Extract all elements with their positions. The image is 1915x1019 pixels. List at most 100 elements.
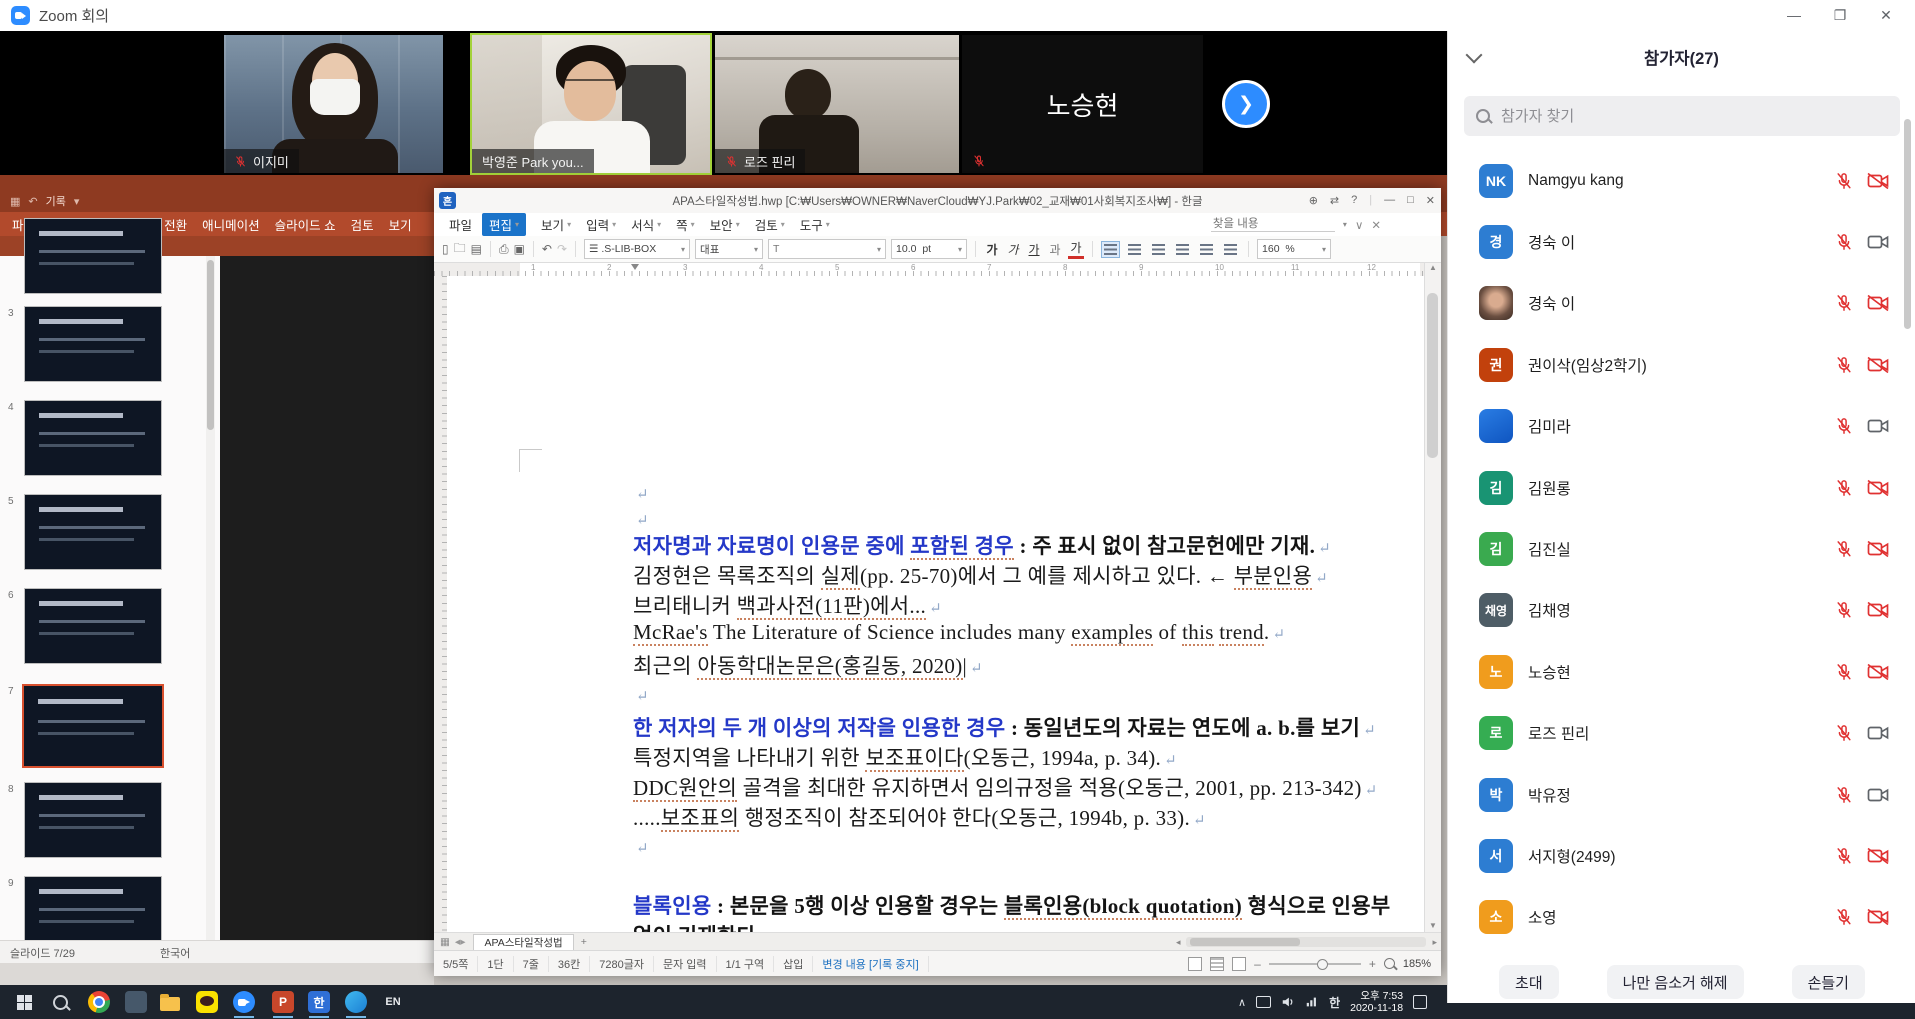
next-videos-button[interactable]: ❯: [1222, 80, 1270, 128]
align-button-2[interactable]: [1149, 241, 1168, 258]
font-color-button[interactable]: 가: [1068, 239, 1084, 259]
redo-icon[interactable]: ↷: [557, 242, 567, 256]
slide-thumbnail-7[interactable]: [22, 684, 164, 768]
zoom-slider-knob[interactable]: [1317, 959, 1328, 970]
outline-button[interactable]: 과: [1047, 241, 1063, 258]
zoom-in-button[interactable]: +: [1369, 957, 1376, 971]
align-button-1[interactable]: [1125, 241, 1144, 258]
ppt-language-indicator[interactable]: 한국어: [160, 945, 190, 961]
line-spacing-dropdown[interactable]: 160 %▾: [1257, 239, 1331, 259]
minimize-button[interactable]: —: [1771, 0, 1817, 31]
print-icon[interactable]: ⎙: [499, 242, 509, 257]
tray-volume-icon[interactable]: [1281, 995, 1295, 1009]
zoom-slider[interactable]: [1269, 963, 1361, 965]
participant-search-input[interactable]: [1499, 107, 1843, 126]
taskbar-kakaotalk-icon[interactable]: [193, 988, 221, 1016]
hwp-horizontal-scrollbar[interactable]: ◂▸: [1176, 937, 1437, 948]
ppt-slide-panel-scrollbar[interactable]: [206, 256, 215, 940]
font-dropdown[interactable]: T▾: [768, 239, 886, 259]
taskbar-powerpoint-icon[interactable]: P: [269, 988, 297, 1016]
document-tab[interactable]: APA스타일작성법: [473, 934, 573, 950]
hwp-menu-편집[interactable]: 편집▾: [482, 213, 526, 236]
hwp-document-page[interactable]: ↵↵저자명과 자료명이 인용문 중에 포함된 경우 : 주 표시 없이 참고문헌…: [447, 276, 1424, 932]
hwp-menu-보안[interactable]: 보안▾: [710, 215, 740, 234]
hwp-menu-보기[interactable]: 보기▾: [541, 215, 571, 234]
view-mode-button-1[interactable]: [1210, 957, 1224, 971]
ppt-save-icon[interactable]: ▦: [10, 195, 20, 208]
hwp-fullscreen-icon[interactable]: ⊕: [1309, 194, 1318, 207]
participants-scrollbar[interactable]: [1904, 111, 1911, 991]
taskbar-file-explorer-icon[interactable]: [156, 988, 184, 1016]
taskbar-hwp-icon[interactable]: 한: [305, 988, 333, 1016]
tray-expand-icon[interactable]: ∧: [1238, 996, 1246, 1009]
copy-icon[interactable]: ▣: [514, 242, 525, 256]
align-button-4[interactable]: [1197, 241, 1216, 258]
tab-next-icon[interactable]: ▸: [460, 936, 465, 948]
tab-list-icon[interactable]: ▦: [440, 936, 450, 948]
hwp-menu-도구[interactable]: 도구▾: [800, 215, 830, 234]
hwp-menu-서식[interactable]: 서식▾: [631, 215, 661, 234]
close-button[interactable]: ✕: [1863, 0, 1909, 31]
hwp-minimize-button[interactable]: —: [1384, 194, 1395, 207]
style-dropdown[interactable]: ☰ .S-LIB-BOX▾: [584, 239, 690, 259]
unmute-me-button[interactable]: 나만 음소거 해제: [1607, 965, 1744, 999]
participant-row[interactable]: 김김원롱: [1448, 457, 1915, 518]
ppt-menu-보기[interactable]: 보기: [389, 215, 412, 234]
participant-row[interactable]: 박박유정: [1448, 764, 1915, 825]
zoom-level[interactable]: 185%: [1403, 958, 1431, 970]
taskbar-app-gray-icon[interactable]: [122, 988, 150, 1016]
hwp-menu-검토[interactable]: 검토▾: [755, 215, 785, 234]
zoom-out-button[interactable]: –: [1254, 957, 1261, 971]
participant-row[interactable]: 경경숙 이: [1448, 211, 1915, 272]
invite-button[interactable]: 초대: [1499, 965, 1559, 999]
taskbar-search-button-icon[interactable]: [46, 988, 74, 1016]
slide-thumbnail-6[interactable]: [24, 588, 162, 664]
participant-row[interactable]: 서서지형(2499): [1448, 825, 1915, 886]
underline-button[interactable]: 가: [1026, 241, 1042, 258]
participant-row[interactable]: 권권이삭(임상2학기): [1448, 334, 1915, 395]
find-close-icon[interactable]: ✕: [1371, 218, 1381, 232]
slide-thumbnail-2[interactable]: [24, 218, 162, 294]
slide-thumbnail-3[interactable]: [24, 306, 162, 382]
taskbar-ime-en-icon[interactable]: EN: [379, 988, 407, 1016]
hwp-vertical-scrollbar[interactable]: ▲▼: [1424, 263, 1441, 932]
slide-thumbnail-4[interactable]: [24, 400, 162, 476]
taskbar-zoom-app-icon[interactable]: [230, 988, 258, 1016]
tray-clock[interactable]: 오후 7:53 2020-11-18: [1350, 990, 1403, 1014]
hwp-help-icon[interactable]: ?: [1351, 194, 1357, 207]
save-icon[interactable]: ▤: [471, 242, 482, 256]
hwp-find-input[interactable]: [1211, 217, 1335, 232]
taskbar-chrome-icon[interactable]: [85, 988, 113, 1016]
maximize-button[interactable]: ❐: [1817, 0, 1863, 31]
participant-row[interactable]: 소소영: [1448, 887, 1915, 948]
ppt-menu-전환[interactable]: 전환: [164, 215, 187, 234]
hwp-menu-입력[interactable]: 입력▾: [586, 215, 616, 234]
participant-row[interactable]: 경숙 이: [1448, 273, 1915, 334]
view-mode-button-0[interactable]: [1188, 957, 1202, 971]
find-dropdown-icon[interactable]: ▾: [1343, 220, 1347, 229]
video-tile[interactable]: 로즈 핀리: [715, 35, 959, 173]
slide-thumbnail-8[interactable]: [24, 782, 162, 858]
new-document-icon[interactable]: ▯: [442, 242, 449, 256]
ppt-menu-애니메이션[interactable]: 애니메이션: [202, 215, 260, 234]
notification-center-icon[interactable]: [1413, 995, 1427, 1009]
ppt-menu-검토[interactable]: 검토: [351, 215, 374, 234]
ppt-undo-icon[interactable]: ↶: [28, 195, 37, 208]
video-tile[interactable]: 박영준 Park you...: [470, 33, 712, 175]
hwp-menu-쪽[interactable]: 쪽▾: [676, 215, 695, 234]
hwp-menu-파일[interactable]: 파일: [449, 215, 472, 234]
change-tracking-status[interactable]: 변경 내용 [기록 중지]: [813, 956, 928, 972]
taskbar-start-button-icon[interactable]: [10, 988, 38, 1016]
video-tile[interactable]: 노승현: [962, 35, 1203, 173]
bold-button[interactable]: 가: [984, 241, 1000, 258]
ppt-record-dropdown-icon[interactable]: ▾: [74, 195, 80, 208]
slide-thumbnail-5[interactable]: [24, 494, 162, 570]
ppt-menu-슬라이드 쇼[interactable]: 슬라이드 쇼: [275, 215, 336, 234]
open-document-icon[interactable]: 🗀: [454, 239, 466, 260]
new-tab-button[interactable]: +: [581, 936, 587, 948]
magnifier-icon[interactable]: [1384, 958, 1395, 969]
video-tile[interactable]: 이지미: [224, 35, 443, 173]
hwp-close-button[interactable]: ✕: [1426, 194, 1435, 207]
align-button-3[interactable]: [1173, 241, 1192, 258]
tray-tablet-icon[interactable]: [1256, 996, 1271, 1008]
